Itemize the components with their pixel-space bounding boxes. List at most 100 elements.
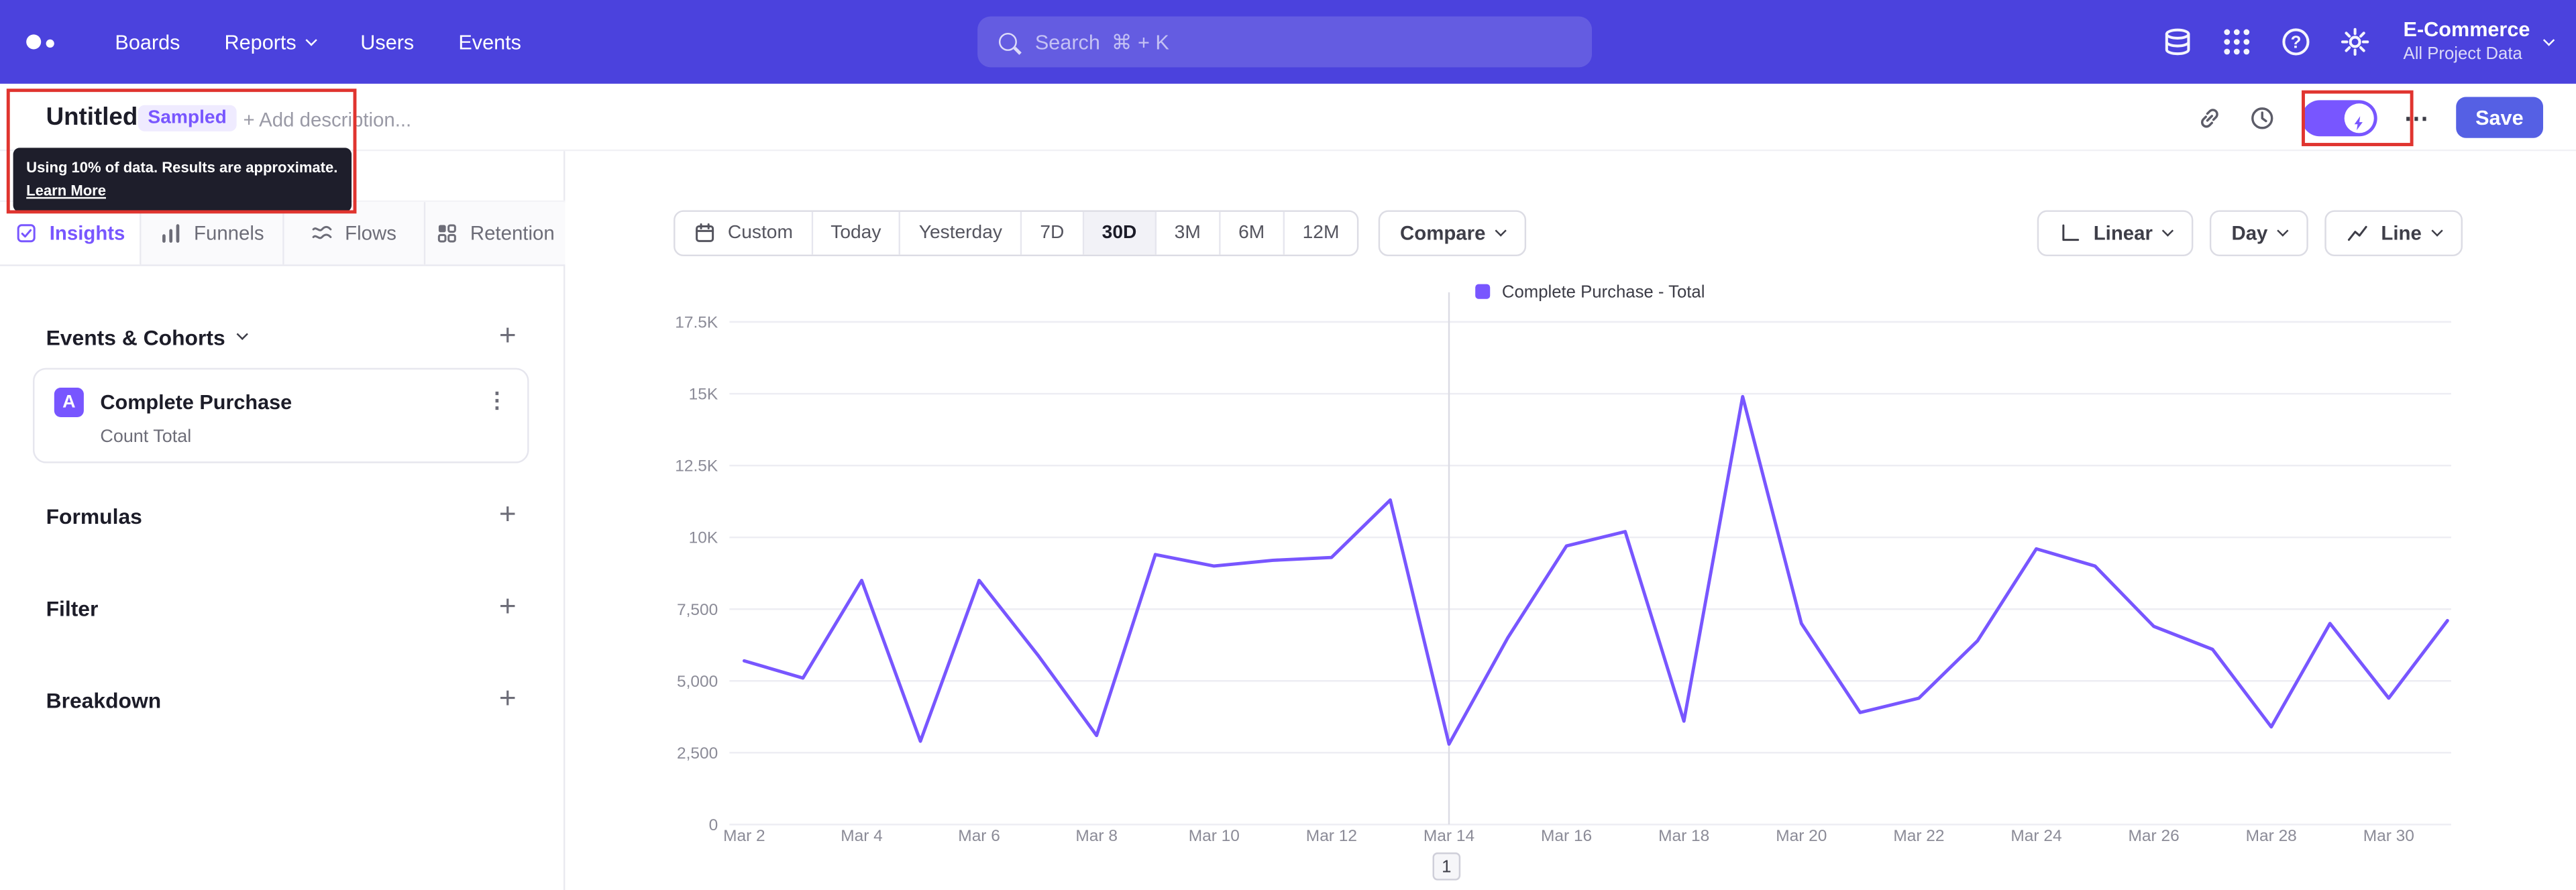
help-icon[interactable]: ? (2280, 26, 2312, 58)
add-event-button[interactable] (494, 322, 521, 348)
line-chart-icon (2348, 225, 2368, 241)
funnels-icon (162, 224, 180, 243)
report-actions: Save (2197, 84, 2544, 151)
range-12m[interactable]: 12M (1284, 211, 1358, 255)
y-tick-label: 15K (689, 386, 718, 404)
range-label: 6M (1238, 223, 1265, 243)
event-name[interactable]: Complete Purchase (100, 391, 292, 414)
nav-item-events[interactable]: Events (458, 30, 521, 53)
learn-more-link[interactable]: Learn More (26, 182, 106, 198)
flows-icon (312, 225, 332, 239)
linear-control[interactable]: Linear (2037, 210, 2194, 257)
section-row-breakdown: Breakdown (46, 687, 521, 720)
event-options-icon[interactable] (486, 388, 508, 414)
more-menu-icon[interactable] (2404, 103, 2430, 132)
events-cohorts-row: Events & Cohorts (46, 323, 521, 356)
database-icon[interactable] (2162, 26, 2194, 58)
event-card[interactable]: A Complete Purchase Count Total (32, 368, 529, 463)
section-label-formulas[interactable]: Formulas (46, 504, 142, 529)
compare-label: Compare (1400, 221, 1486, 245)
sampling-tooltip: Using 10% of data. Results are approxima… (13, 148, 352, 212)
y-tick-label: 7,500 (677, 601, 718, 619)
range-6m[interactable]: 6M (1220, 211, 1285, 255)
add-breakdown-button[interactable] (494, 685, 521, 711)
x-tick-label: Mar 12 (1306, 827, 1357, 845)
x-tick-label: Mar 8 (1075, 827, 1118, 845)
nav-item-label: Reports (224, 30, 297, 54)
range-7d[interactable]: 7D (1022, 211, 1084, 255)
toggle-knob (2345, 103, 2375, 133)
range-custom[interactable]: Custom (675, 211, 813, 255)
nav-right-cluster: ? E-Commerce All Project Data (2162, 0, 2555, 84)
x-tick-label: Mar 6 (958, 827, 1000, 845)
events-cohorts-label[interactable]: Events & Cohorts (46, 325, 249, 350)
tab-label: Flows (345, 221, 396, 245)
x-tick-label: Mar 18 (1658, 827, 1709, 845)
nav-item-label: Boards (115, 30, 180, 54)
range-label: 30D (1102, 223, 1137, 243)
x-tick-label: Mar 22 (1893, 827, 1944, 845)
chevron-down-icon (2431, 225, 2443, 237)
x-tick-label: Mar 16 (1541, 827, 1592, 845)
sampled-badge[interactable]: Sampled (138, 105, 237, 131)
mixpanel-logo-icon[interactable] (26, 34, 54, 50)
search-icon (998, 32, 1017, 51)
search-input[interactable] (1031, 28, 1571, 56)
add-description[interactable]: + Add description... (243, 109, 411, 131)
bolt-icon (2355, 115, 2363, 129)
x-tick-label: Mar 20 (1776, 827, 1827, 845)
calendar-icon (696, 223, 714, 242)
range-label: 7D (1040, 223, 1065, 243)
link-icon (2201, 108, 2219, 127)
x-tick-label: Mar 14 (1424, 827, 1474, 845)
x-tick-label: Mar 4 (841, 827, 883, 845)
x-tick-label: Mar 24 (2010, 827, 2061, 845)
series-line[interactable] (742, 394, 2449, 746)
section-label-filter[interactable]: Filter (46, 596, 99, 621)
x-tick-label: Mar 30 (2363, 827, 2414, 845)
nav-item-boards[interactable]: Boards (115, 30, 180, 53)
history-icon[interactable] (2249, 105, 2275, 131)
gear-icon[interactable] (2339, 26, 2371, 58)
y-tick-label: 17.5K (675, 314, 718, 332)
event-metric[interactable]: Count Total (100, 427, 191, 447)
pagination-page-1[interactable]: 1 (1432, 852, 1461, 881)
project-switcher[interactable]: E-Commerce All Project Data (2403, 18, 2555, 65)
top-navbar: Boards Reports Users Events ? E-Commerce Al… (0, 0, 2576, 84)
nav-item-users[interactable]: Users (360, 30, 414, 53)
range-yesterday[interactable]: Yesterday (900, 211, 1022, 255)
y-tick-label: 5,000 (677, 673, 718, 691)
chart-view-controls: Linear Day Line (2037, 210, 2463, 257)
range-3m[interactable]: 3M (1156, 211, 1221, 255)
range-today[interactable]: Today (812, 211, 901, 255)
copy-link-icon[interactable] (2197, 105, 2223, 131)
tab-label: Funnels (194, 221, 264, 245)
report-header: Untitled Sampled + Add description... Sa… (0, 83, 2576, 152)
report-title[interactable]: Untitled (46, 103, 138, 131)
nav-item-reports[interactable]: Reports (224, 30, 318, 54)
lightning-icon (2351, 109, 2367, 129)
apps-icon[interactable] (2221, 26, 2253, 58)
section-label-breakdown[interactable]: Breakdown (46, 688, 162, 713)
range-label: Yesterday (918, 223, 1002, 243)
range-label: 12M (1302, 223, 1340, 243)
save-button[interactable]: Save (2455, 97, 2544, 138)
line-chart: 0 2,500 5,000 7,500 10K 12.5K 15K 17.5K Mar 2 Mar… (675, 292, 2451, 845)
chevron-down-icon (2542, 34, 2555, 46)
events-cohorts-text: Events & Cohorts (46, 325, 225, 350)
tab-retention[interactable]: Retention (425, 202, 566, 265)
chart-toolbar: Custom Today Yesterday 7D 30D 3M 6M 12M Compare… (674, 210, 2576, 257)
sampling-toggle[interactable] (2302, 99, 2378, 136)
range-30d[interactable]: 30D (1083, 211, 1157, 255)
project-name: E-Commerce (2403, 18, 2530, 42)
chevron-down-icon (236, 328, 249, 341)
line-control[interactable]: Line (2325, 210, 2463, 257)
range-label: 3M (1174, 223, 1201, 243)
chevron-down-icon (306, 34, 318, 46)
compare-button[interactable]: Compare (1379, 210, 1527, 257)
day-control[interactable]: Day (2210, 210, 2309, 257)
add-filter-button[interactable] (494, 593, 521, 619)
add-formulas-button[interactable] (494, 501, 521, 527)
search-bar[interactable] (977, 16, 1593, 68)
clock-icon (2251, 106, 2274, 129)
